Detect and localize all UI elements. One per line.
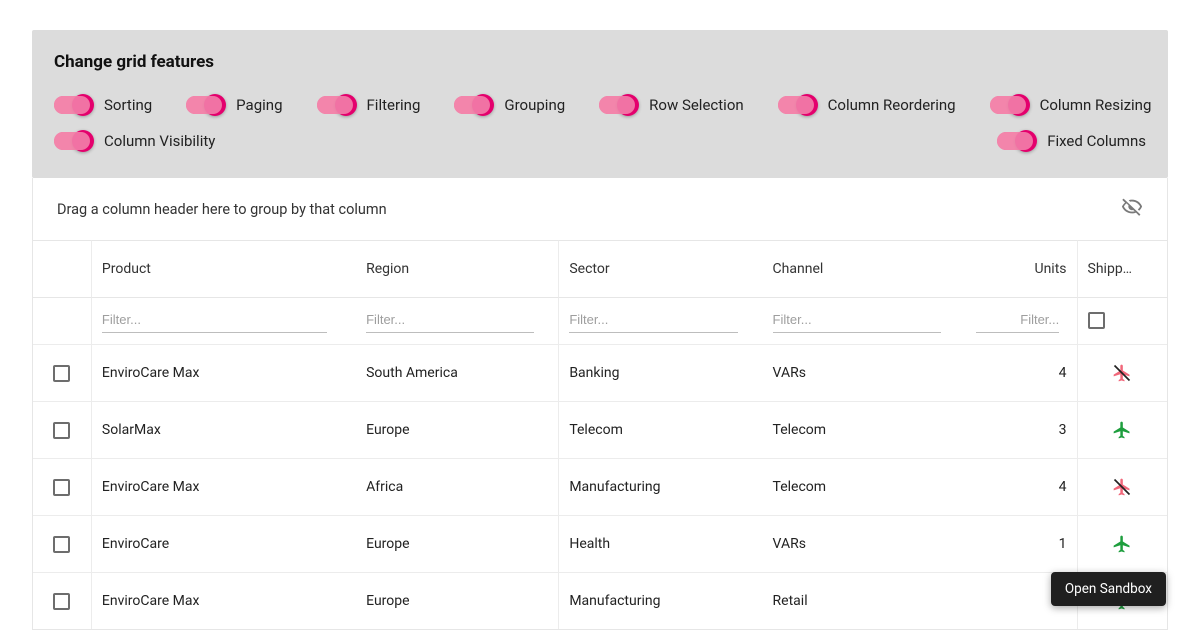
toggle-paging[interactable]: Paging: [186, 96, 282, 114]
cell-sector: Telecom: [559, 401, 762, 458]
column-header-channel[interactable]: Channel: [763, 240, 966, 298]
features-panel: Change grid features Sorting Paging Filt…: [32, 30, 1168, 178]
cell-sector: Manufacturing: [559, 572, 762, 629]
cell-units: 4: [966, 458, 1078, 515]
toggle-filtering[interactable]: Filtering: [317, 96, 421, 114]
cell-product: EnviroCare Max: [92, 572, 356, 629]
airplane-icon: [1112, 534, 1132, 554]
filter-input-sector[interactable]: [569, 308, 738, 333]
table-row: EnviroCare MaxSouth AmericaBankingVARs4: [33, 344, 1167, 401]
cell-product: EnviroCare: [92, 515, 356, 572]
row-select-checkbox[interactable]: [53, 365, 70, 382]
row-select-checkbox[interactable]: [53, 536, 70, 553]
filter-input-units[interactable]: [976, 308, 1060, 333]
data-grid: Drag a column header here to group by th…: [32, 178, 1168, 630]
toggle-fixed-columns[interactable]: Fixed Columns: [997, 132, 1146, 150]
cell-channel: VARs: [763, 344, 966, 401]
open-sandbox-button[interactable]: Open Sandbox: [1051, 572, 1166, 606]
cell-channel: Retail: [763, 572, 966, 629]
column-header-select[interactable]: [33, 240, 92, 298]
cell-channel: Telecom: [763, 458, 966, 515]
toggle-label: Row Selection: [649, 96, 744, 114]
toggle-label: Paging: [236, 96, 282, 114]
airplane-off-icon: [1112, 477, 1132, 497]
filter-input-region[interactable]: [366, 308, 534, 333]
cell-units: 1: [966, 515, 1078, 572]
toggle-label: Column Resizing: [1040, 96, 1152, 114]
airplane-off-icon: [1112, 363, 1132, 383]
cell-shipped: [1078, 458, 1167, 515]
cell-region: Europe: [356, 401, 559, 458]
cell-shipped: [1078, 401, 1167, 458]
cell-product: EnviroCare Max: [92, 458, 356, 515]
toggle-label: Column Visibility: [104, 132, 215, 150]
cell-region: Africa: [356, 458, 559, 515]
filter-row: [33, 298, 1167, 344]
toggle-label: Filtering: [367, 96, 421, 114]
features-title: Change grid features: [54, 52, 1146, 72]
toggle-label: Sorting: [104, 96, 152, 114]
cell-region: South America: [356, 344, 559, 401]
cell-product: EnviroCare Max: [92, 344, 356, 401]
filter-input-product[interactable]: [102, 308, 327, 333]
cell-units: 4: [966, 344, 1078, 401]
table-row: EnviroCareEuropeHealthVARs1: [33, 515, 1167, 572]
toggle-row-selection[interactable]: Row Selection: [599, 96, 744, 114]
column-header-product[interactable]: Product: [92, 240, 356, 298]
column-header-row: Product Region Sector Channel Units Ship…: [33, 240, 1167, 298]
toggle-column-visibility[interactable]: Column Visibility: [54, 132, 215, 150]
toggle-label: Column Reordering: [828, 96, 956, 114]
cell-product: SolarMax: [92, 401, 356, 458]
cell-shipped: [1078, 515, 1167, 572]
table-row: EnviroCare MaxEuropeManufacturingRetail1: [33, 572, 1167, 629]
cell-region: Europe: [356, 515, 559, 572]
toggle-column-resizing[interactable]: Column Resizing: [990, 96, 1152, 114]
filter-input-channel[interactable]: [773, 308, 942, 333]
filter-checkbox-shipped[interactable]: [1088, 312, 1105, 329]
column-header-region[interactable]: Region: [356, 240, 559, 298]
cell-channel: Telecom: [763, 401, 966, 458]
table-row: EnviroCare MaxAfricaManufacturingTelecom…: [33, 458, 1167, 515]
cell-sector: Health: [559, 515, 762, 572]
group-drop-hint: Drag a column header here to group by th…: [57, 201, 387, 218]
column-header-sector[interactable]: Sector: [559, 240, 762, 298]
table-row: SolarMaxEuropeTelecomTelecom3: [33, 401, 1167, 458]
column-visibility-icon[interactable]: [1121, 196, 1143, 222]
column-header-units[interactable]: Units: [966, 240, 1078, 298]
column-header-shipped[interactable]: Shipp…: [1078, 240, 1167, 298]
cell-units: 3: [966, 401, 1078, 458]
cell-shipped: [1078, 344, 1167, 401]
cell-sector: Banking: [559, 344, 762, 401]
airplane-icon: [1112, 420, 1132, 440]
toggle-label: Grouping: [504, 96, 565, 114]
row-select-checkbox[interactable]: [53, 479, 70, 496]
cell-channel: VARs: [763, 515, 966, 572]
row-select-checkbox[interactable]: [53, 593, 70, 610]
cell-region: Europe: [356, 572, 559, 629]
row-select-checkbox[interactable]: [53, 422, 70, 439]
group-drop-area[interactable]: Drag a column header here to group by th…: [33, 178, 1167, 240]
toggle-label: Fixed Columns: [1047, 132, 1146, 150]
toggle-column-reordering[interactable]: Column Reordering: [778, 96, 956, 114]
toggle-sorting[interactable]: Sorting: [54, 96, 152, 114]
cell-sector: Manufacturing: [559, 458, 762, 515]
toggle-grouping[interactable]: Grouping: [454, 96, 565, 114]
